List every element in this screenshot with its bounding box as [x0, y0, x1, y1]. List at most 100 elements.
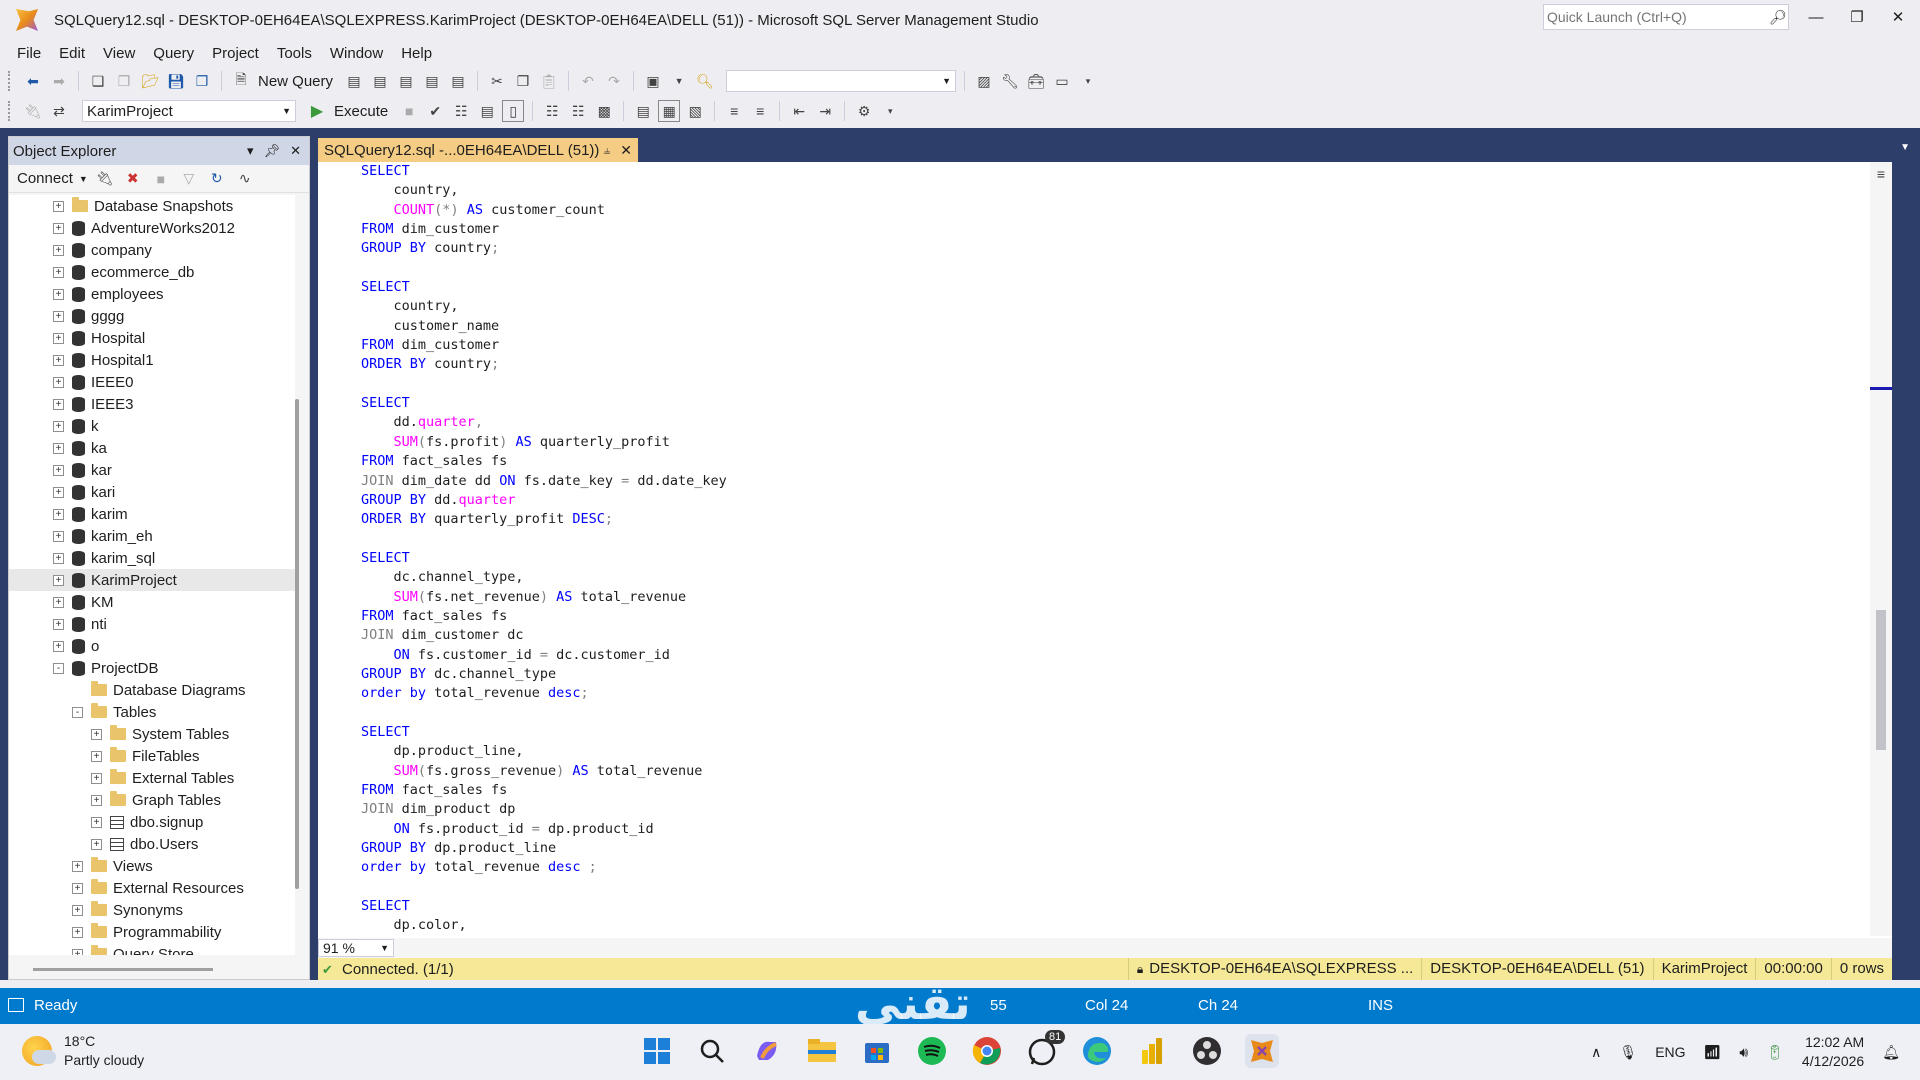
microsoft-store-icon[interactable]: [860, 1034, 894, 1068]
code-line[interactable]: −SELECT: [361, 549, 1851, 568]
code-line[interactable]: [361, 704, 1851, 723]
tree-node[interactable]: + karim_eh: [9, 525, 295, 547]
restore-button[interactable]: ❐: [1837, 6, 1877, 30]
find-icon[interactable]: 🔍︎: [694, 70, 716, 92]
code-line[interactable]: FROM fact_sales fs: [361, 452, 1851, 471]
code-line[interactable]: ON fs.customer_id = dc.customer_id: [361, 646, 1851, 665]
split-window-icon[interactable]: ≡: [1872, 166, 1890, 184]
show-hidden-icons-chevron-icon[interactable]: ∧: [1591, 1044, 1601, 1061]
editor-vertical-scrollbar[interactable]: ≡: [1870, 162, 1892, 936]
code-line[interactable]: FROM fact_sales fs: [361, 607, 1851, 626]
code-line[interactable]: −SELECT: [361, 162, 1851, 181]
change-connection-icon[interactable]: ⇄: [48, 100, 70, 122]
query-designer-icon[interactable]: ▤: [476, 100, 498, 122]
tree-node[interactable]: + gggg: [9, 305, 295, 327]
expand-icon[interactable]: +: [53, 552, 64, 564]
available-databases-combo[interactable]: KarimProject ▼: [82, 100, 296, 122]
results-to-file-icon[interactable]: ▧: [684, 100, 706, 122]
mdx-query-icon[interactable]: ▤: [369, 70, 391, 92]
tree-node[interactable]: + company: [9, 239, 295, 261]
expand-icon[interactable]: +: [53, 640, 64, 652]
tree-node[interactable]: + dbo.signup: [9, 811, 295, 833]
connect-button[interactable]: Connect: [17, 170, 73, 187]
toolbar-grip[interactable]: [8, 71, 14, 91]
code-line[interactable]: [361, 530, 1851, 549]
weather-widget[interactable]: 18°C Partly cloudy: [22, 1032, 144, 1070]
code-line[interactable]: ON fs.product_id = dp.product_id: [361, 820, 1851, 839]
solution-explorer-icon[interactable]: ▨: [973, 70, 995, 92]
tree-node[interactable]: + ka: [9, 437, 295, 459]
toolbar-grip[interactable]: [8, 101, 14, 121]
menu-help[interactable]: Help: [392, 40, 441, 68]
forward-icon[interactable]: ➡: [48, 70, 70, 92]
decrease-indent-icon[interactable]: ⇤: [788, 100, 810, 122]
tree-node[interactable]: + Graph Tables: [9, 789, 295, 811]
code-line[interactable]: FROM dim_customer: [361, 220, 1851, 239]
expand-icon[interactable]: +: [53, 244, 64, 256]
expand-icon[interactable]: +: [91, 750, 102, 762]
expand-icon[interactable]: +: [72, 882, 83, 894]
menu-window[interactable]: Window: [321, 40, 392, 68]
tree-node[interactable]: + o: [9, 635, 295, 657]
wifi-icon[interactable]: 📶︎: [1704, 1044, 1722, 1061]
code-line[interactable]: GROUP BY dp.product_line: [361, 839, 1851, 858]
uncomment-icon[interactable]: ≡: [749, 100, 771, 122]
expand-icon[interactable]: +: [91, 838, 102, 850]
code-line[interactable]: country,: [361, 181, 1851, 200]
code-line[interactable]: SUM(fs.gross_revenue) AS total_revenue: [361, 762, 1851, 781]
tree-node[interactable]: + Hospital: [9, 327, 295, 349]
expand-icon[interactable]: +: [53, 486, 64, 498]
query-editor[interactable]: −SELECT country, COUNT(*) AS customer_co…: [318, 162, 1892, 938]
tree-node[interactable]: + karim_sql: [9, 547, 295, 569]
zoom-combo[interactable]: 91 % ▼: [318, 939, 394, 957]
tree-node[interactable]: + Database Snapshots: [9, 195, 295, 217]
expand-icon[interactable]: +: [53, 574, 64, 586]
disconnect-icon[interactable]: ✖: [122, 168, 144, 190]
expand-icon[interactable]: +: [91, 728, 102, 740]
menu-edit[interactable]: Edit: [50, 40, 94, 68]
dmx-query-icon[interactable]: ▤: [395, 70, 417, 92]
new-project-icon[interactable]: ❑: [87, 70, 109, 92]
tree-node[interactable]: + Query Store: [9, 943, 295, 955]
pin-tab-icon[interactable]: ⫨: [603, 143, 610, 158]
execute-button[interactable]: Execute: [334, 103, 388, 120]
language-indicator[interactable]: ENG: [1655, 1044, 1685, 1060]
tree-node[interactable]: + KM: [9, 591, 295, 613]
cancel-query-icon[interactable]: ■: [398, 100, 420, 122]
tab-sqlquery12[interactable]: SQLQuery12.sql -...0EH64EA\DELL (51)) ⫨ …: [318, 138, 638, 162]
volume-icon[interactable]: 🔊︎: [1739, 1044, 1748, 1061]
xmla-query-icon[interactable]: ▤: [421, 70, 443, 92]
solution-configuration-combo[interactable]: ▼: [726, 70, 957, 92]
quick-launch[interactable]: 🔎︎: [1543, 4, 1789, 30]
windows-start-icon[interactable]: [640, 1034, 674, 1068]
tree-node[interactable]: + System Tables: [9, 723, 295, 745]
tree-node[interactable]: + ecommerce_db: [9, 261, 295, 283]
code-line[interactable]: country,: [361, 297, 1851, 316]
menu-project[interactable]: Project: [203, 40, 268, 68]
close-icon[interactable]: ✕: [290, 143, 301, 159]
expand-icon[interactable]: +: [53, 508, 64, 520]
microphone-icon[interactable]: 🎙︎: [1619, 1044, 1637, 1061]
code-line[interactable]: order by total_revenue desc ;: [361, 858, 1851, 877]
clock[interactable]: 12:02 AM 4/12/2026: [1802, 1033, 1864, 1071]
database-engine-query-icon[interactable]: ▤: [343, 70, 365, 92]
activity-monitor-icon[interactable]: ∿: [234, 168, 256, 190]
connect-dropdown-icon[interactable]: ▼: [79, 174, 88, 184]
code-line[interactable]: dd.quarter,: [361, 413, 1851, 432]
stop-icon[interactable]: ■: [150, 168, 172, 190]
code-line[interactable]: ORDER BY country;: [361, 355, 1851, 374]
open-file-icon[interactable]: 📂︎: [139, 70, 161, 92]
connect-object-explorer-icon[interactable]: 🔌︎: [94, 168, 116, 190]
expand-icon[interactable]: +: [53, 420, 64, 432]
toolbar-overflow-icon[interactable]: ▾: [1077, 70, 1099, 92]
tree-node[interactable]: + Programmability: [9, 921, 295, 943]
file-explorer-icon[interactable]: [805, 1034, 839, 1068]
expand-icon[interactable]: +: [72, 904, 83, 916]
window-layout-icon[interactable]: ▭: [1051, 70, 1073, 92]
menu-tools[interactable]: Tools: [268, 40, 321, 68]
cut-icon[interactable]: ✂: [486, 70, 508, 92]
save-icon[interactable]: 💾︎: [165, 70, 187, 92]
parse-checkmark-icon[interactable]: ✔: [424, 100, 446, 122]
collapse-icon[interactable]: -: [72, 706, 83, 718]
code-area[interactable]: −SELECT country, COUNT(*) AS customer_co…: [361, 162, 1851, 934]
